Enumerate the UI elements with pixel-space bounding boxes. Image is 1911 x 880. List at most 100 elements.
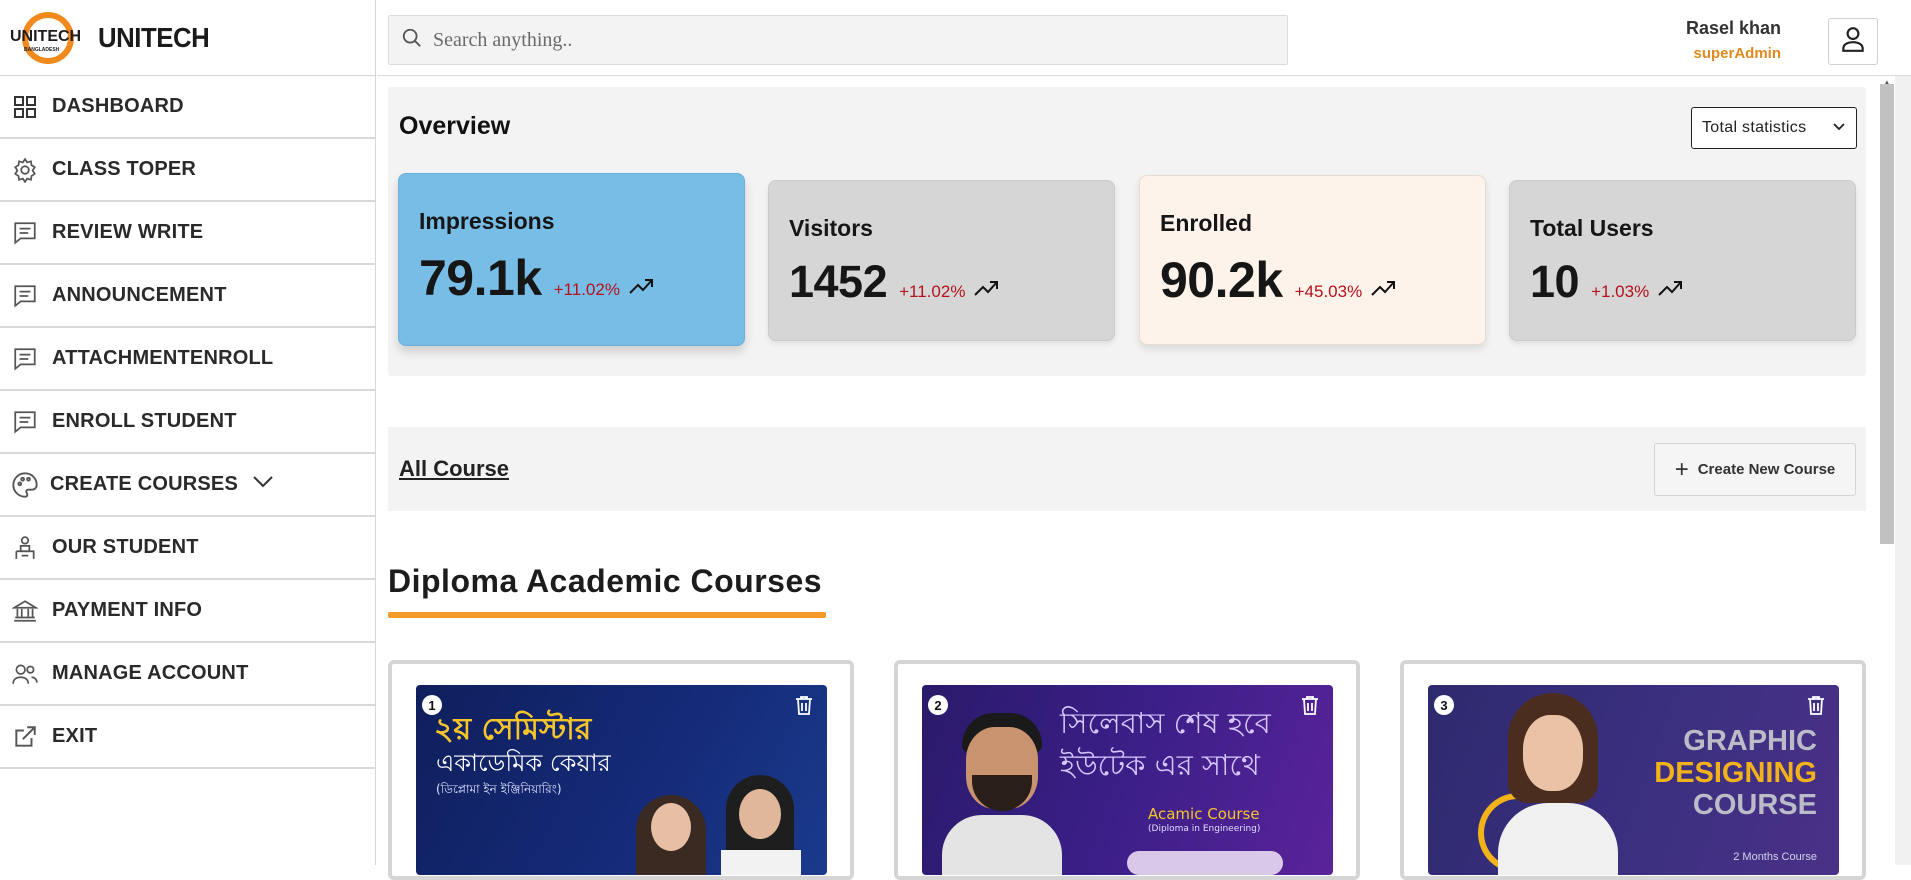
top-bar: Rasel khan superAdmin	[377, 0, 1911, 76]
stat-delta: +11.02%	[553, 280, 620, 299]
all-course-bar: All Course + Create New Course	[388, 427, 1866, 511]
create-new-course-label: Create New Course	[1697, 461, 1836, 478]
course-number-badge: 2	[928, 695, 948, 715]
stat-card-visitors[interactable]: Visitors 1452 +11.02%	[768, 180, 1115, 341]
sidebar-item-label: ATTACHMENTENROLL	[52, 347, 274, 369]
users-icon	[10, 659, 40, 689]
sidebar-item-manage-account[interactable]: MANAGE ACCOUNT	[0, 643, 375, 706]
sidebar-item-label: PAYMENT INFO	[52, 599, 203, 621]
stat-label: Total Users	[1530, 215, 1654, 241]
stat-card-impressions[interactable]: Impressions 79.1k +11.02%	[398, 173, 745, 346]
stat-delta: +1.03%	[1591, 282, 1650, 301]
brand[interactable]: UNITECH BANGLADESH UNITECH	[0, 0, 375, 76]
sidebar-item-our-student[interactable]: OUR STUDENT	[0, 517, 375, 580]
plus-icon: +	[1674, 455, 1689, 483]
course-thumbnail[interactable]: 2 সিলেবাস শেষ হবে ইউটেক এর সাথে Acamic C…	[922, 685, 1333, 875]
section-title: Diploma Academic Courses	[388, 563, 823, 599]
section-underline	[388, 612, 826, 618]
trending-up-icon	[1370, 279, 1396, 302]
stat-value: 10	[1530, 256, 1580, 307]
search-input[interactable]	[433, 28, 1233, 52]
statistics-select-value: Total statistics	[1702, 119, 1807, 136]
stat-value: 90.2k	[1160, 252, 1283, 308]
profile-button[interactable]	[1828, 18, 1878, 65]
overview-title: Overview	[399, 112, 511, 140]
statistics-select[interactable]: Total statistics	[1691, 107, 1857, 149]
trash-icon[interactable]	[795, 695, 813, 720]
user-info: Rasel khan superAdmin	[1686, 18, 1781, 62]
course-thumbnail[interactable]: 3 GRAPHIC DESIGNING COURSE 2 Months Cour…	[1428, 685, 1839, 875]
stat-card-total-users[interactable]: Total Users 10 +1.03%	[1509, 180, 1856, 341]
logo-subtext: BANGLADESH	[24, 47, 60, 53]
course-thumbnail[interactable]: 1 ২য় সেমিস্টার একাডেমিক কেয়ার (ডিপ্লোম…	[416, 685, 827, 875]
sidebar-item-create-courses[interactable]: CREATE COURSES	[0, 454, 375, 517]
course-line-2: DESIGNING	[1654, 757, 1817, 789]
user-name: Rasel khan	[1685, 18, 1781, 38]
stat-delta: +11.02%	[899, 282, 966, 301]
course-line-4: (Diploma in Engineering)	[1148, 824, 1261, 834]
scrollbar-thumb[interactable]	[1880, 84, 1894, 544]
dashboard-grid-icon	[10, 92, 40, 122]
presenter-illustration	[1468, 693, 1628, 875]
sidebar-item-label: REVIEW WRITE	[52, 221, 204, 243]
unitech-logo: UNITECH BANGLADESH	[8, 10, 82, 66]
scrollbar-track[interactable]	[1895, 76, 1911, 865]
stat-delta: +45.03%	[1294, 282, 1363, 301]
trash-icon[interactable]	[1301, 695, 1319, 720]
course-card[interactable]: 1 ২য় সেমিস্টার একাডেমিক কেয়ার (ডিপ্লোম…	[388, 660, 854, 880]
sidebar-item-class-toper[interactable]: CLASS TOPER	[0, 139, 375, 202]
sidebar-item-review-write[interactable]: REVIEW WRITE	[0, 202, 375, 265]
chevron-down-icon[interactable]	[252, 475, 274, 494]
stat-label: Impressions	[419, 208, 555, 234]
course-line-3: COURSE	[1692, 789, 1817, 821]
sidebar-nav: DASHBOARD CLASS TOPER REVIEW WRITE ANNOU…	[0, 76, 375, 769]
trash-icon[interactable]	[1807, 695, 1825, 720]
course-line-3: Acamic Course	[1148, 805, 1260, 823]
logo-text: UNITECH	[10, 28, 81, 45]
sidebar-item-label: DASHBOARD	[52, 95, 184, 117]
sidebar-item-label: CLASS TOPER	[52, 158, 197, 180]
stat-label: Enrolled	[1160, 210, 1253, 236]
message-icon	[10, 218, 40, 248]
all-course-link[interactable]: All Course	[399, 456, 509, 482]
sidebar-item-enroll-student[interactable]: ENROLL STUDENT	[0, 391, 375, 454]
search-box[interactable]	[388, 15, 1288, 65]
overview-panel: Overview Total statistics Impressions 79…	[388, 87, 1866, 376]
sidebar-item-label: ANNOUNCEMENT	[52, 284, 227, 306]
sidebar: UNITECH BANGLADESH UNITECH DASHBOARD CLA…	[0, 0, 376, 865]
message-icon	[10, 344, 40, 374]
create-new-course-button[interactable]: + Create New Course	[1654, 443, 1856, 496]
brand-name: UNITECH	[98, 21, 210, 53]
sidebar-item-dashboard[interactable]: DASHBOARD	[0, 76, 375, 139]
course-line-2: একাডেমিক কেয়ার	[436, 749, 611, 777]
stat-value: 79.1k	[419, 250, 542, 306]
user-role: superAdmin	[1693, 45, 1781, 62]
course-line-4: 2 Months Course	[1733, 851, 1817, 863]
sidebar-item-announcement[interactable]: ANNOUNCEMENT	[0, 265, 375, 328]
message-icon	[10, 407, 40, 437]
external-link-icon	[10, 722, 40, 752]
course-line-3: (ডিপ্লোমা ইন ইঞ্জিনিয়ারিং)	[436, 782, 562, 796]
sidebar-item-label: EXIT	[52, 725, 98, 747]
chevron-down-icon	[1832, 120, 1846, 139]
sidebar-item-label: MANAGE ACCOUNT	[52, 662, 249, 684]
sidebar-item-payment-info[interactable]: PAYMENT INFO	[0, 580, 375, 643]
trending-up-icon	[1657, 279, 1683, 302]
trending-up-icon	[973, 279, 999, 302]
stat-card-enrolled[interactable]: Enrolled 90.2k +45.03%	[1139, 175, 1486, 345]
stat-value: 1452	[789, 256, 888, 307]
message-icon	[10, 281, 40, 311]
course-line-2: ইউটেক এর সাথে	[1060, 748, 1260, 782]
course-line-1: GRAPHIC	[1683, 725, 1817, 757]
instructor-illustration	[942, 705, 1062, 875]
students-illustration	[626, 755, 816, 875]
sidebar-item-label: CREATE COURSES	[50, 473, 239, 495]
gear-icon	[10, 155, 40, 185]
sidebar-item-attachmentenroll[interactable]: ATTACHMENTENROLL	[0, 328, 375, 391]
course-card[interactable]: 2 সিলেবাস শেষ হবে ইউটেক এর সাথে Acamic C…	[894, 660, 1360, 880]
course-tag	[1127, 851, 1283, 875]
sidebar-item-exit[interactable]: EXIT	[0, 706, 375, 769]
course-card[interactable]: 3 GRAPHIC DESIGNING COURSE 2 Months Cour…	[1400, 660, 1866, 880]
course-number-badge: 1	[422, 695, 442, 715]
sidebar-item-label: ENROLL STUDENT	[52, 410, 237, 432]
